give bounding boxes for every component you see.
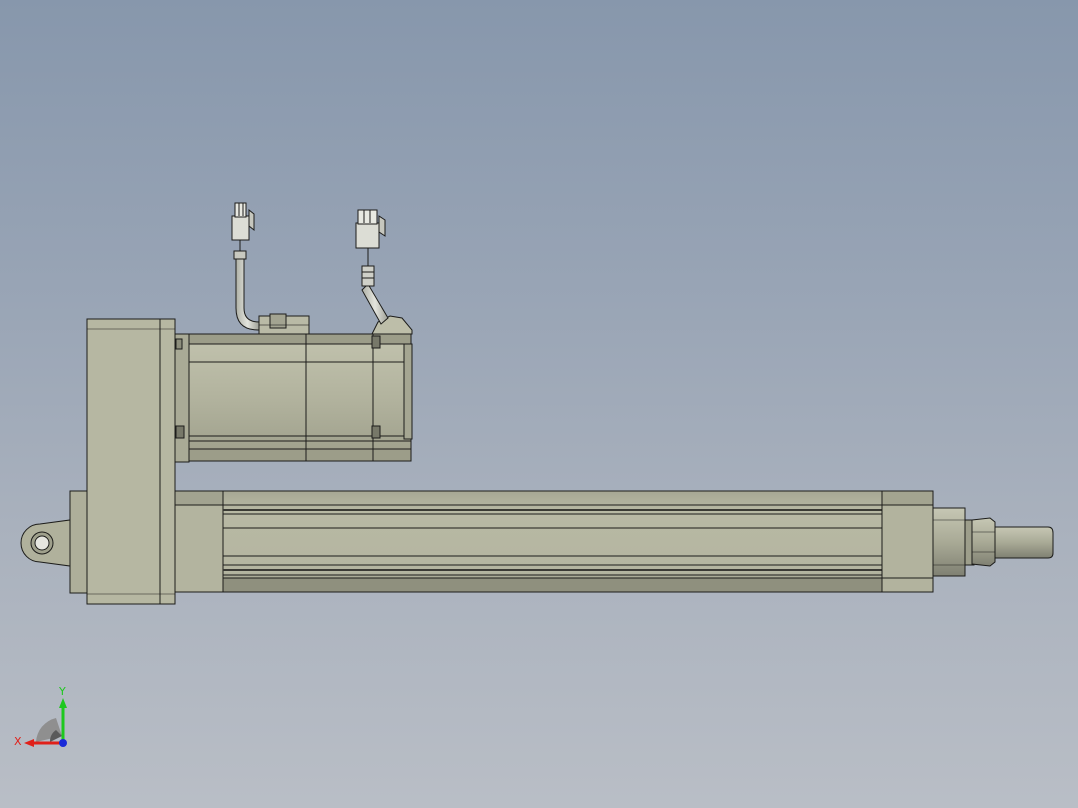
encoder-connector[interactable] <box>231 202 255 241</box>
piston-rod[interactable] <box>964 517 1054 567</box>
y-axis-label: Y <box>58 685 66 698</box>
actuator-model[interactable] <box>0 0 1078 808</box>
power-connector[interactable] <box>355 209 386 249</box>
actuator-tube[interactable] <box>174 490 883 593</box>
graphics-viewport[interactable]: Y X <box>0 0 1078 808</box>
encoder-cable-gland[interactable] <box>258 313 310 335</box>
rod-seal[interactable] <box>932 507 966 577</box>
coordinate-triad: Y X <box>14 685 67 748</box>
front-end-cap[interactable] <box>881 490 934 593</box>
servo-motor[interactable] <box>174 333 413 463</box>
x-axis-label: X <box>14 735 22 748</box>
encoder-cable[interactable] <box>233 240 260 331</box>
power-cable[interactable] <box>361 248 389 325</box>
triad-plane <box>36 718 62 742</box>
z-axis-marker <box>59 739 67 747</box>
rear-clevis[interactable] <box>20 490 89 594</box>
gear-housing[interactable] <box>86 318 176 605</box>
